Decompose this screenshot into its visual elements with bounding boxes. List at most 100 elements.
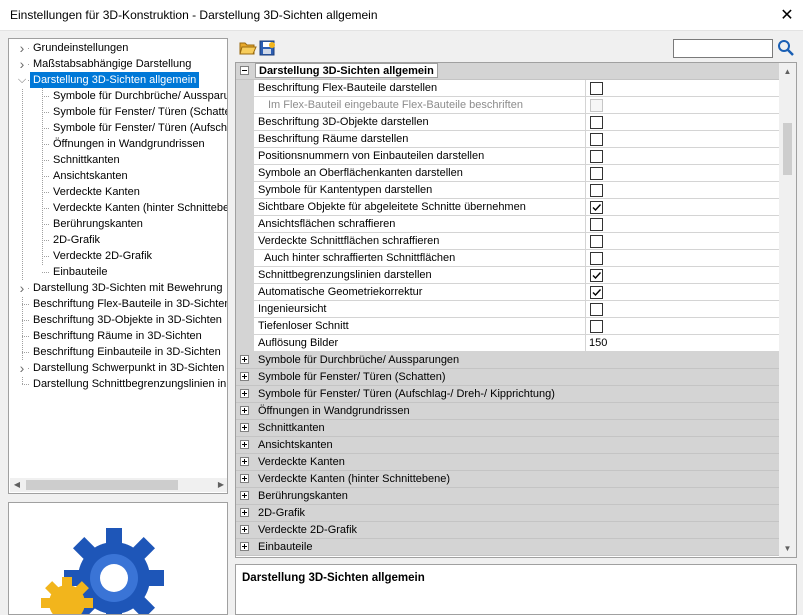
scroll-thumb[interactable] [783, 123, 792, 175]
expand-icon[interactable] [240, 355, 249, 364]
property-row[interactable]: Ingenieursicht [236, 301, 779, 318]
category-header[interactable]: Ansichtskanten [236, 437, 779, 454]
property-row[interactable]: Verdeckte Schnittflächen schraffieren [236, 233, 779, 250]
tree-horizontal-scrollbar[interactable]: ◀ ▶ [10, 478, 227, 492]
property-checkbox[interactable] [590, 303, 603, 316]
folder-open-icon[interactable] [239, 40, 257, 56]
category-header[interactable]: Berührungskanten [236, 488, 779, 505]
expand-icon[interactable] [240, 440, 249, 449]
search-icon[interactable] [777, 39, 795, 57]
property-row[interactable]: Sichtbare Objekte für abgeleitete Schnit… [236, 199, 779, 216]
chevron-right-icon[interactable]: › [17, 280, 27, 296]
expand-icon[interactable] [240, 474, 249, 483]
close-button[interactable]: ✕ [771, 0, 803, 31]
settings-tree[interactable]: ◀ ▶ › Grundeinstellungen › Maßstabsabhängig… [8, 38, 228, 494]
property-value-cell[interactable] [586, 233, 779, 250]
search-input[interactable] [673, 39, 773, 58]
scroll-up-icon[interactable]: ▲ [779, 63, 796, 80]
scroll-left-icon[interactable]: ◀ [10, 478, 24, 492]
property-checkbox[interactable] [590, 320, 603, 333]
property-checkbox[interactable] [590, 218, 603, 231]
property-value-cell[interactable] [586, 284, 779, 301]
category-header[interactable]: Verdeckte Kanten [236, 454, 779, 471]
property-value-cell[interactable] [586, 301, 779, 318]
scroll-down-icon[interactable]: ▼ [779, 540, 796, 557]
property-checkbox[interactable] [590, 116, 603, 129]
chevron-right-icon[interactable]: › [17, 56, 27, 72]
property-grid[interactable]: Darstellung 3D-Sichten allgemein Beschrif… [235, 62, 797, 558]
expand-icon[interactable] [240, 508, 249, 517]
scroll-thumb[interactable] [26, 480, 178, 490]
property-row[interactable]: Im Flex-Bauteil eingebaute Flex-Bauteile… [236, 97, 779, 114]
category-header[interactable]: Einbauteile [236, 539, 779, 556]
property-value-cell[interactable] [586, 318, 779, 335]
property-row[interactable]: Symbole für Kantentypen darstellen [236, 182, 779, 199]
property-row[interactable]: Tiefenloser Schnitt [236, 318, 779, 335]
property-row[interactable]: Beschriftung Flex-Bauteile darstellen [236, 80, 779, 97]
category-header[interactable]: Symbole für Fenster/ Türen (Aufschlag-/ … [236, 386, 779, 403]
property-value-cell[interactable] [586, 97, 779, 114]
property-row[interactable]: Ansichtsflächen schraffieren [236, 216, 779, 233]
category-header[interactable]: Symbole für Durchbrüche/ Aussparungen [236, 352, 779, 369]
expand-icon[interactable] [240, 542, 249, 551]
property-value[interactable]: 150 [589, 337, 607, 349]
expand-icon[interactable] [240, 406, 249, 415]
row-gutter [236, 216, 254, 233]
property-value-cell[interactable] [586, 267, 779, 284]
expand-icon[interactable] [240, 457, 249, 466]
property-checkbox[interactable] [590, 82, 603, 95]
property-value-cell[interactable] [586, 114, 779, 131]
tree-guide-line [42, 240, 49, 241]
expand-icon[interactable] [240, 389, 249, 398]
chevron-right-icon[interactable]: › [17, 360, 27, 376]
property-checkbox[interactable] [590, 286, 603, 299]
category-header[interactable]: Öffnungen in Wandgrundrissen [236, 403, 779, 420]
property-checkbox[interactable] [590, 269, 603, 282]
chevron-down-icon[interactable]: ⌵ [17, 72, 27, 88]
property-checkbox[interactable] [590, 167, 603, 180]
scroll-right-icon[interactable]: ▶ [214, 478, 227, 492]
chevron-right-icon[interactable]: › [17, 40, 27, 56]
expand-icon[interactable] [240, 491, 249, 500]
tree-guide-line [42, 272, 49, 273]
save-icon[interactable] [259, 40, 277, 56]
property-checkbox[interactable] [590, 201, 603, 214]
property-value-cell[interactable] [586, 182, 779, 199]
property-value-cell[interactable] [586, 199, 779, 216]
description-title: Darstellung 3D-Sichten allgemein [242, 572, 425, 584]
property-checkbox[interactable] [590, 184, 603, 197]
property-value-cell[interactable] [586, 131, 779, 148]
grid-vertical-scrollbar[interactable]: ▲ ▼ [779, 63, 796, 557]
property-row[interactable]: Automatische Geometriekorrektur [236, 284, 779, 301]
property-value-cell[interactable] [586, 148, 779, 165]
category-header[interactable]: Darstellung 3D-Sichten allgemein [236, 63, 779, 80]
category-header[interactable]: Verdeckte 2D-Grafik [236, 522, 779, 539]
category-header[interactable]: Verdeckte Kanten (hinter Schnittebene) [236, 471, 779, 488]
expand-icon[interactable] [240, 423, 249, 432]
property-checkbox[interactable] [590, 150, 603, 163]
category-title: Symbole für Durchbrüche/ Aussparungen [258, 354, 460, 366]
property-row[interactable]: Positionsnummern von Einbauteilen darste… [236, 148, 779, 165]
tree-item-label: Symbole für Durchbrüche/ Aussparun [53, 90, 228, 102]
property-row[interactable]: Beschriftung 3D-Objekte darstellen [236, 114, 779, 131]
property-row[interactable]: Symbole an Oberflächenkanten darstellen [236, 165, 779, 182]
property-value-cell[interactable] [586, 216, 779, 233]
property-row[interactable]: Auflösung Bilder 150 [236, 335, 779, 352]
property-value-cell[interactable] [586, 80, 779, 97]
category-header[interactable]: Schnittkanten [236, 420, 779, 437]
collapse-icon[interactable] [240, 66, 249, 75]
tree-item-label: Verdeckte 2D-Grafik [53, 250, 153, 262]
property-checkbox[interactable] [590, 252, 603, 265]
property-value-cell[interactable] [586, 165, 779, 182]
property-row[interactable]: Beschriftung Räume darstellen [236, 131, 779, 148]
property-row[interactable]: Schnittbegrenzungslinien darstellen [236, 267, 779, 284]
property-checkbox[interactable] [590, 235, 603, 248]
property-row[interactable]: Auch hinter schraffierten Schnittflächen [236, 250, 779, 267]
property-value-cell[interactable] [586, 250, 779, 267]
expand-icon[interactable] [240, 525, 249, 534]
property-value-cell[interactable]: 150 [586, 335, 779, 352]
category-header[interactable]: Symbole für Fenster/ Türen (Schatten) [236, 369, 779, 386]
category-header[interactable]: 2D-Grafik [236, 505, 779, 522]
expand-icon[interactable] [240, 372, 249, 381]
property-checkbox[interactable] [590, 133, 603, 146]
